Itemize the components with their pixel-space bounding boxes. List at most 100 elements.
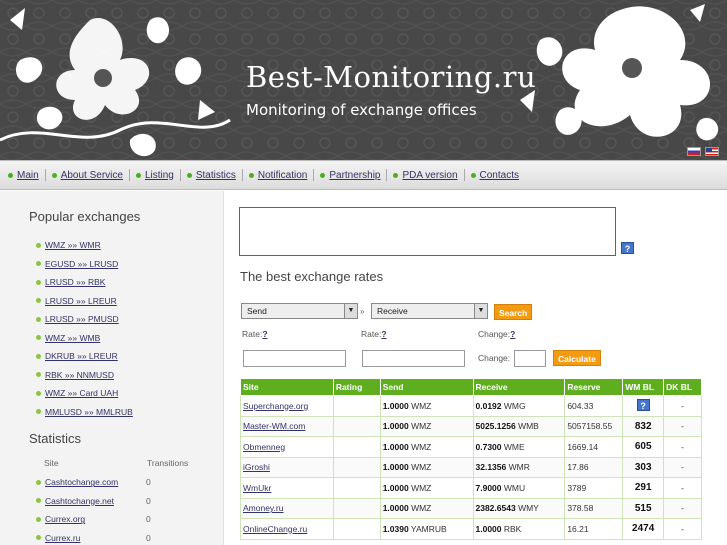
send-currency: YAMRUB <box>410 523 447 534</box>
popular-exchange-link[interactable]: LRUSD »» PMUSD <box>45 314 119 324</box>
change-amount-input[interactable] <box>514 350 546 367</box>
statistics-site-link[interactable]: Currex.ru <box>45 533 80 543</box>
exchanger-link[interactable]: Obmenneg <box>243 442 285 452</box>
popular-exchange-item[interactable]: WMZ »» Card UAH <box>36 384 223 403</box>
popular-exchange-link[interactable]: RBK »» NNMUSD <box>45 370 114 380</box>
column-header[interactable]: Rating <box>332 378 381 396</box>
nav-item[interactable]: Listing <box>135 170 174 181</box>
send-currency: WMZ <box>411 482 432 493</box>
nav-divider <box>386 169 388 181</box>
receive-cell: 7.9000 WMU <box>472 477 566 499</box>
popular-exchange-item[interactable]: WMZ »» WMB <box>36 329 223 348</box>
popular-exchange-link[interactable]: LRUSD »» LREUR <box>45 296 117 306</box>
nav-link[interactable]: About Service <box>61 170 123 181</box>
nav-link[interactable]: Notification <box>258 170 307 181</box>
dk-bl-cell: - <box>663 456 702 478</box>
receive-currency-select[interactable]: Receive ▼ <box>371 303 488 319</box>
popular-exchange-link[interactable]: MMLUSD »» MMLRUB <box>45 407 133 417</box>
nav-item[interactable]: About Service <box>51 170 123 181</box>
statistics-title: Statistics <box>29 431 82 446</box>
wm-bl-cell: 291 <box>622 477 665 499</box>
bullet-icon <box>36 279 41 285</box>
statistics-site-link[interactable]: Cashtochange.com <box>45 477 118 487</box>
popular-exchange-link[interactable]: WMZ »» WMB <box>45 333 100 343</box>
column-header[interactable]: WM BL <box>622 378 665 396</box>
popular-exchange-link[interactable]: WMZ »» WMR <box>45 240 101 250</box>
popular-exchange-link[interactable]: LRUSD »» RBK <box>45 277 105 287</box>
popular-exchange-item[interactable]: LRUSD »» RBK <box>36 273 223 292</box>
popular-exchange-item[interactable]: EGUSD »» LRUSD <box>36 255 223 274</box>
russian-flag-icon[interactable] <box>687 147 701 156</box>
receive-rate-label: Rate:? <box>361 329 387 339</box>
receive-rate-input[interactable] <box>362 350 465 367</box>
send-currency-select[interactable]: Send ▼ <box>241 303 358 319</box>
exchanger-link[interactable]: Master-WM.com <box>243 421 305 431</box>
send-currency: WMZ <box>411 503 432 514</box>
wm-bl-cell: 2474 <box>622 518 665 540</box>
popular-exchange-item[interactable]: WMZ »» WMR <box>36 236 223 255</box>
reserve-cell: 3789 <box>564 477 624 499</box>
nav-item[interactable]: Notification <box>248 170 307 181</box>
logo[interactable]: Best-Monitoring.ru Monitoring of exchang… <box>246 60 536 119</box>
column-header[interactable]: Site <box>240 378 334 396</box>
popular-exchange-item[interactable]: DKRUB »» LREUR <box>36 347 223 366</box>
popular-exchange-link[interactable]: WMZ »» Card UAH <box>45 388 118 398</box>
column-header[interactable]: Send <box>379 378 474 396</box>
statistics-site-link[interactable]: Cashtochange.net <box>45 496 114 506</box>
bullet-icon <box>36 409 41 415</box>
popular-exchange-link[interactable]: DKRUB »» LREUR <box>45 351 118 361</box>
nav-divider <box>128 169 130 181</box>
bullet-icon <box>36 390 41 396</box>
exchanger-link[interactable]: iGroshi <box>243 462 270 472</box>
column-header[interactable]: DK BL <box>663 378 702 396</box>
nav-link[interactable]: PDA version <box>402 170 457 181</box>
nav-divider <box>463 169 465 181</box>
nav-link[interactable]: Main <box>17 170 39 181</box>
popular-exchange-link[interactable]: EGUSD »» LRUSD <box>45 259 118 269</box>
receive-amount: 2382.6543 <box>475 503 516 514</box>
receive-currency: RBK <box>503 523 522 534</box>
site-title[interactable]: Best-Monitoring.ru <box>246 60 536 94</box>
nav-item[interactable]: PDA version <box>393 170 458 181</box>
rate-help-link[interactable]: ? <box>262 329 267 339</box>
change-help-link[interactable]: ? <box>510 329 515 339</box>
nav-link[interactable]: Listing <box>145 170 174 181</box>
popular-exchange-item[interactable]: LRUSD »» LREUR <box>36 292 223 311</box>
statistics-list: Cashtochange.com 0 Cashtochange.net 0 Currex… <box>0 468 223 545</box>
popular-exchange-item[interactable]: MMLUSD »» MMLRUB <box>36 403 223 422</box>
exchanger-link[interactable]: WmUkr <box>243 483 271 493</box>
calculate-button[interactable]: Calculate <box>553 350 601 366</box>
receive-cell: 5025.1256 WMB <box>472 415 566 437</box>
exchanger-link[interactable]: Amoney.ru <box>243 503 283 513</box>
english-flag-icon[interactable] <box>705 147 719 156</box>
rate-help-link[interactable]: ? <box>381 329 386 339</box>
nav-link[interactable]: Contacts <box>480 170 519 181</box>
statistics-site-link[interactable]: Currex.org <box>45 514 85 524</box>
help-icon[interactable]: ? <box>621 242 634 254</box>
receive-cell: 32.1356 WMR <box>472 456 566 478</box>
help-icon[interactable]: ? <box>636 399 650 412</box>
nav-item[interactable]: Main <box>8 170 39 181</box>
column-header[interactable]: Reserve <box>564 378 624 396</box>
table-row: OnlineChange.ru 1.0390 YAMRUB 1.0000 RBK 16… <box>240 518 702 540</box>
nav-item[interactable]: Statistics <box>186 170 236 181</box>
search-button[interactable]: Search <box>494 304 533 320</box>
popular-exchange-item[interactable]: RBK »» NNMUSD <box>36 366 223 385</box>
nav-link[interactable]: Statistics <box>196 170 236 181</box>
best-rates-title: The best exchange rates <box>240 269 384 284</box>
send-amount: 1.0000 <box>382 441 409 452</box>
exchanger-link[interactable]: OnlineChange.ru <box>243 524 307 534</box>
statistics-site-header: Site <box>44 458 59 468</box>
send-currency: WMZ <box>411 400 432 411</box>
nav-link[interactable]: Partnership <box>329 170 380 181</box>
banner-ad-box[interactable] <box>239 207 616 256</box>
bullet-icon <box>36 479 41 485</box>
popular-exchange-item[interactable]: LRUSD »» PMUSD <box>36 310 223 329</box>
reserve-cell: 17.86 <box>564 456 624 478</box>
exchanger-link[interactable]: Superchange.org <box>243 401 308 411</box>
send-amount: 1.0000 <box>382 503 409 514</box>
send-rate-input[interactable] <box>243 350 346 367</box>
nav-item[interactable]: Partnership <box>320 170 380 181</box>
column-header[interactable]: Receive <box>472 378 566 396</box>
nav-item[interactable]: Contacts <box>470 170 519 181</box>
